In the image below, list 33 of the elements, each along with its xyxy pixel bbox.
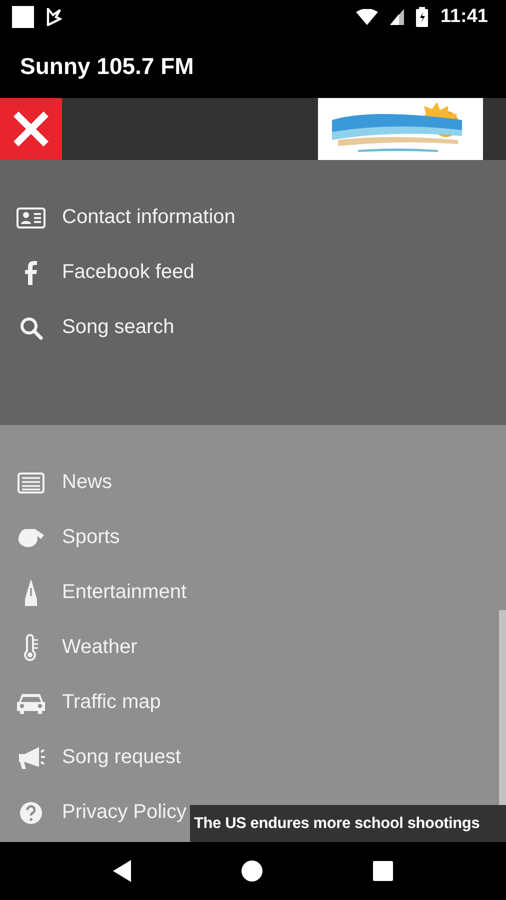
battery-icon bbox=[416, 7, 428, 27]
menu-item[interactable]: Privacy Policy bbox=[0, 785, 192, 840]
menu-item[interactable]: Entertainment bbox=[0, 565, 193, 620]
pen-nib-icon bbox=[23, 578, 39, 606]
signal-icon bbox=[390, 9, 404, 25]
contact-card-icon bbox=[16, 206, 46, 228]
menu-item[interactable]: Weather bbox=[0, 620, 144, 675]
menu-item[interactable]: Song request bbox=[0, 730, 187, 785]
app-title: Sunny 105.7 FM bbox=[20, 52, 194, 80]
menu-item[interactable]: Sports bbox=[0, 510, 126, 565]
menu-item[interactable]: Facebook feed bbox=[0, 245, 200, 300]
menu-item[interactable]: Contact information bbox=[0, 190, 242, 245]
news-ticker-text[interactable]: The US endures more school shootings bbox=[194, 814, 480, 832]
menu-item[interactable]: Traffic map bbox=[0, 675, 167, 730]
menu-item[interactable]: News bbox=[0, 455, 118, 510]
question-icon bbox=[19, 800, 43, 824]
square-notification-icon bbox=[12, 6, 34, 28]
facebook-icon bbox=[25, 260, 37, 284]
close-button[interactable] bbox=[0, 98, 62, 160]
home-button[interactable] bbox=[241, 860, 263, 882]
newspaper-icon bbox=[17, 472, 45, 494]
wifi-icon bbox=[356, 9, 378, 25]
news-ticker-toast[interactable]: The US endures more school shootings bbox=[190, 805, 506, 842]
menu-item[interactable]: Song search bbox=[0, 300, 180, 355]
back-button[interactable] bbox=[113, 860, 131, 882]
scrollbar-thumb[interactable] bbox=[499, 610, 506, 805]
download-notification-icon bbox=[46, 8, 62, 26]
search-icon bbox=[19, 316, 43, 340]
clock: 11:41 bbox=[440, 6, 488, 28]
close-icon bbox=[11, 109, 51, 149]
thermometer-icon bbox=[23, 634, 39, 662]
megaphone-icon bbox=[17, 746, 45, 770]
whistle-icon bbox=[17, 526, 45, 548]
